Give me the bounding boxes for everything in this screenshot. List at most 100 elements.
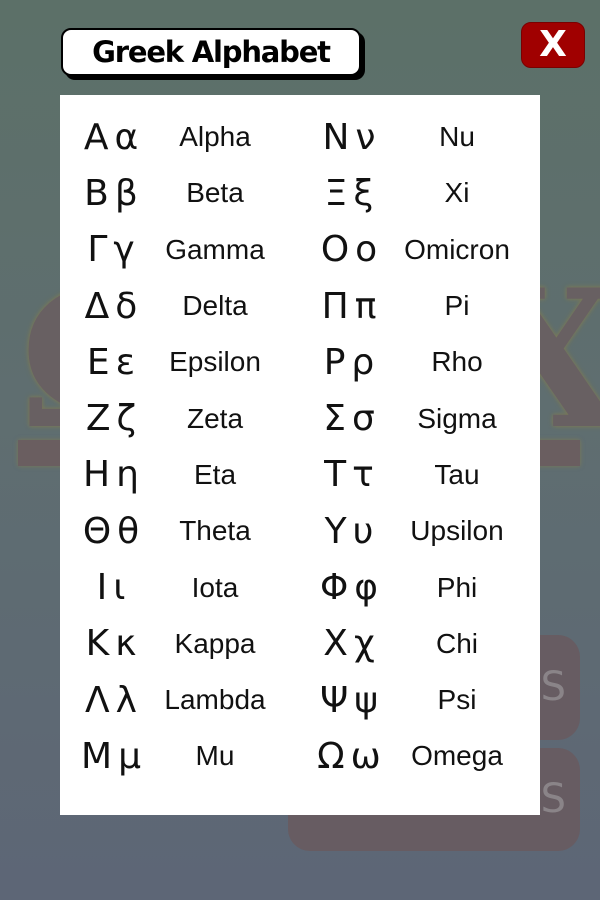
background-button-label: S — [540, 664, 566, 710]
uppercase-letter: Ν — [322, 116, 350, 158]
uppercase-letter: Ρ — [323, 341, 346, 383]
uppercase-letter: Μ — [81, 735, 113, 777]
letter-row: Λλ Lambda — [60, 672, 300, 728]
letter-glyphs: Ζζ — [76, 398, 146, 439]
letter-glyphs: Φφ — [314, 567, 384, 608]
lowercase-letter: ζ — [116, 398, 137, 440]
letter-row: Χχ Chi — [300, 616, 540, 672]
letter-name: Sigma — [417, 402, 497, 434]
letter-glyphs: Σσ — [314, 398, 384, 439]
uppercase-letter: Ε — [86, 341, 110, 383]
alphabet-column-right: Νν Nu Ξξ Xi Οο Omicron Ππ Pi Ρρ Rho Σσ Sigma Ττ Tau Υυ… — [300, 109, 540, 785]
lowercase-letter: υ — [352, 510, 374, 552]
lowercase-letter: ι — [113, 567, 126, 609]
letter-glyphs: Ρρ — [314, 342, 384, 383]
uppercase-letter: Α — [83, 116, 109, 158]
lowercase-letter: τ — [352, 454, 374, 496]
uppercase-letter: Κ — [85, 623, 110, 665]
letter-name: Chi — [435, 627, 478, 659]
uppercase-letter: Π — [321, 285, 349, 327]
uppercase-letter: Τ — [324, 454, 347, 496]
uppercase-letter: Ξ — [324, 172, 348, 214]
letter-name: Psi — [437, 684, 477, 716]
letter-name: Upsilon — [410, 515, 504, 547]
letter-row: Ππ Pi — [300, 278, 540, 334]
lowercase-letter: ρ — [351, 341, 375, 383]
letter-name: Iota — [191, 571, 239, 603]
lowercase-letter: ψ — [354, 679, 379, 721]
letter-name: Lambda — [164, 684, 266, 716]
letter-row: Ττ Tau — [300, 447, 540, 503]
letter-row: Ρρ Rho — [300, 334, 540, 390]
letter-glyphs: Γγ — [76, 229, 146, 270]
letter-name: Zeta — [186, 402, 244, 434]
letter-glyphs: Ξξ — [314, 173, 384, 214]
lowercase-letter: χ — [353, 623, 375, 665]
lowercase-letter: θ — [117, 510, 140, 552]
letter-glyphs: Ππ — [314, 286, 384, 327]
uppercase-letter: Σ — [323, 398, 346, 440]
letter-row: Ωω Omega — [300, 728, 540, 784]
lowercase-letter: η — [116, 454, 139, 496]
letter-row: Ξξ Xi — [300, 165, 540, 221]
letter-name: Eta — [193, 458, 237, 490]
letter-glyphs: Μμ — [76, 736, 146, 777]
letter-name: Delta — [182, 290, 248, 322]
letter-glyphs: Εε — [76, 342, 146, 383]
letter-name: Mu — [195, 740, 235, 772]
uppercase-letter: Φ — [319, 567, 349, 609]
letter-glyphs: Ιι — [76, 567, 146, 608]
letter-name: Beta — [186, 177, 244, 209]
letter-row: Δδ Delta — [60, 278, 300, 334]
letter-glyphs: Χχ — [314, 623, 384, 664]
lowercase-letter: β — [114, 172, 138, 214]
uppercase-letter: Β — [84, 172, 109, 214]
letter-glyphs: Λλ — [76, 680, 146, 721]
letter-glyphs: Αα — [76, 117, 146, 158]
letter-row: Γγ Gamma — [60, 222, 300, 278]
letter-name: Alpha — [179, 121, 251, 153]
letter-name: Phi — [436, 571, 478, 603]
letter-row: Θθ Theta — [60, 503, 300, 559]
lowercase-letter: ε — [115, 341, 136, 383]
uppercase-letter: Θ — [82, 510, 112, 552]
letter-name: Omega — [411, 740, 503, 772]
lowercase-letter: ω — [350, 735, 381, 777]
lowercase-letter: π — [354, 285, 377, 327]
letter-row: Ψψ Psi — [300, 672, 540, 728]
letter-glyphs: Υυ — [314, 511, 384, 552]
letter-glyphs: Ββ — [76, 173, 146, 214]
letter-glyphs: Νν — [314, 117, 384, 158]
close-button[interactable]: X — [521, 22, 585, 68]
lowercase-letter: α — [114, 116, 139, 158]
letter-name: Tau — [434, 458, 480, 490]
uppercase-letter: Ω — [317, 735, 345, 777]
lowercase-letter: ο — [355, 229, 378, 271]
lowercase-letter: λ — [115, 679, 137, 721]
letter-glyphs: Οο — [314, 229, 384, 270]
alphabet-column-left: Αα Alpha Ββ Beta Γγ Gamma Δδ Delta Εε Epsilon Ζζ Ze… — [60, 109, 300, 785]
letter-name: Xi — [444, 177, 470, 209]
letter-row: Ηη Eta — [60, 447, 300, 503]
uppercase-letter: Γ — [87, 229, 108, 271]
uppercase-letter: Ο — [320, 229, 350, 271]
letter-glyphs: Ωω — [314, 736, 384, 777]
uppercase-letter: Ζ — [85, 398, 111, 440]
letter-glyphs: Θθ — [76, 511, 146, 552]
letter-name: Gamma — [165, 233, 265, 265]
letter-row: Μμ Mu — [60, 728, 300, 784]
letter-row: Οο Omicron — [300, 222, 540, 278]
lowercase-letter: φ — [354, 567, 379, 609]
letter-name: Omicron — [404, 233, 510, 265]
letter-row: Ββ Beta — [60, 165, 300, 221]
uppercase-letter: Δ — [84, 285, 110, 327]
letter-row: Φφ Phi — [300, 559, 540, 615]
lowercase-letter: μ — [118, 735, 141, 777]
uppercase-letter: Χ — [323, 623, 348, 665]
letter-glyphs: Ττ — [314, 454, 384, 495]
lowercase-letter: ξ — [353, 172, 374, 214]
lowercase-letter: σ — [351, 398, 375, 440]
letter-glyphs: Δδ — [76, 286, 146, 327]
letter-row: Ζζ Zeta — [60, 390, 300, 446]
letter-name: Nu — [439, 121, 475, 153]
